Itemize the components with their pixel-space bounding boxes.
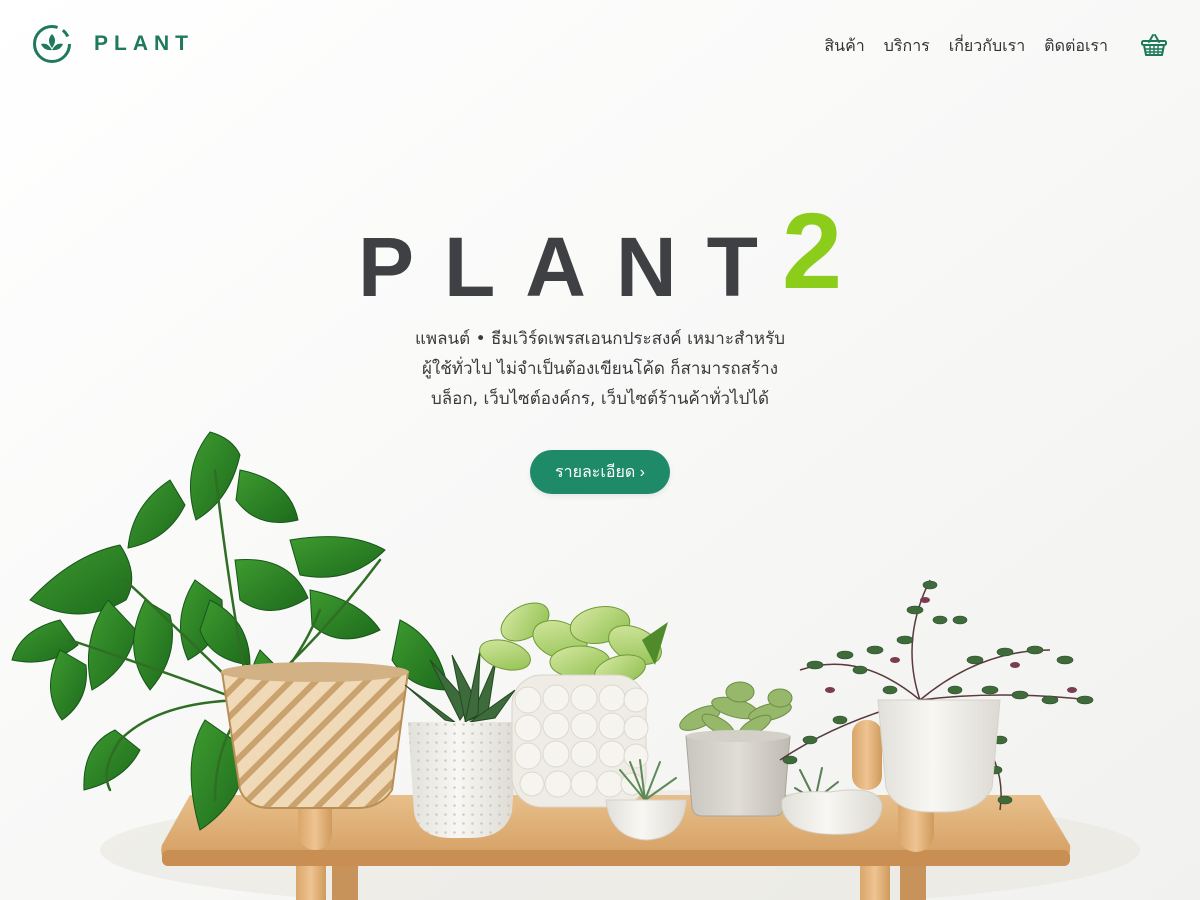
shopping-basket-icon[interactable]	[1140, 31, 1168, 59]
nav-item-products[interactable]: สินค้า	[824, 34, 864, 58]
brand-logo[interactable]: PLANT	[32, 24, 194, 64]
nav-item-services[interactable]: บริการ	[884, 34, 930, 58]
hero-title: PLANT2	[0, 190, 1200, 321]
hero-subtitle: แพลนต์ • ธีมเวิร์ดเพรสเอนกประสงค์ เหมาะส…	[300, 324, 900, 414]
hero-subtitle-line: แพลนต์ • ธีมเวิร์ดเพรสเอนกประสงค์ เหมาะส…	[414, 329, 786, 349]
nav-item-about[interactable]: เกี่ยวกับเรา	[949, 34, 1025, 58]
hero-title-word: PLANT	[357, 220, 788, 314]
hero-subtitle-line: ผู้ใช้ทั่วไป ไม่จำเป็นต้องเขียนโค้ด ก็สา…	[421, 359, 779, 379]
leaf-circle-icon	[33, 25, 71, 63]
hero-title-number: 2	[781, 190, 843, 311]
details-button[interactable]: รายละเอียด ›	[530, 450, 670, 494]
site-header: PLANT สินค้า บริการ เกี่ยวกับเรา ติดต่อเ…	[0, 0, 1200, 92]
nav-item-contact[interactable]: ติดต่อเรา	[1044, 34, 1108, 58]
main-nav: สินค้า บริการ เกี่ยวกับเรา ติดต่อเรา	[824, 34, 1108, 58]
hero-subtitle-line: บล็อก, เว็บไซต์องค์กร, เว็บไซต์ร้านค้าทั…	[430, 389, 770, 409]
brand-name: PLANT	[94, 32, 194, 55]
